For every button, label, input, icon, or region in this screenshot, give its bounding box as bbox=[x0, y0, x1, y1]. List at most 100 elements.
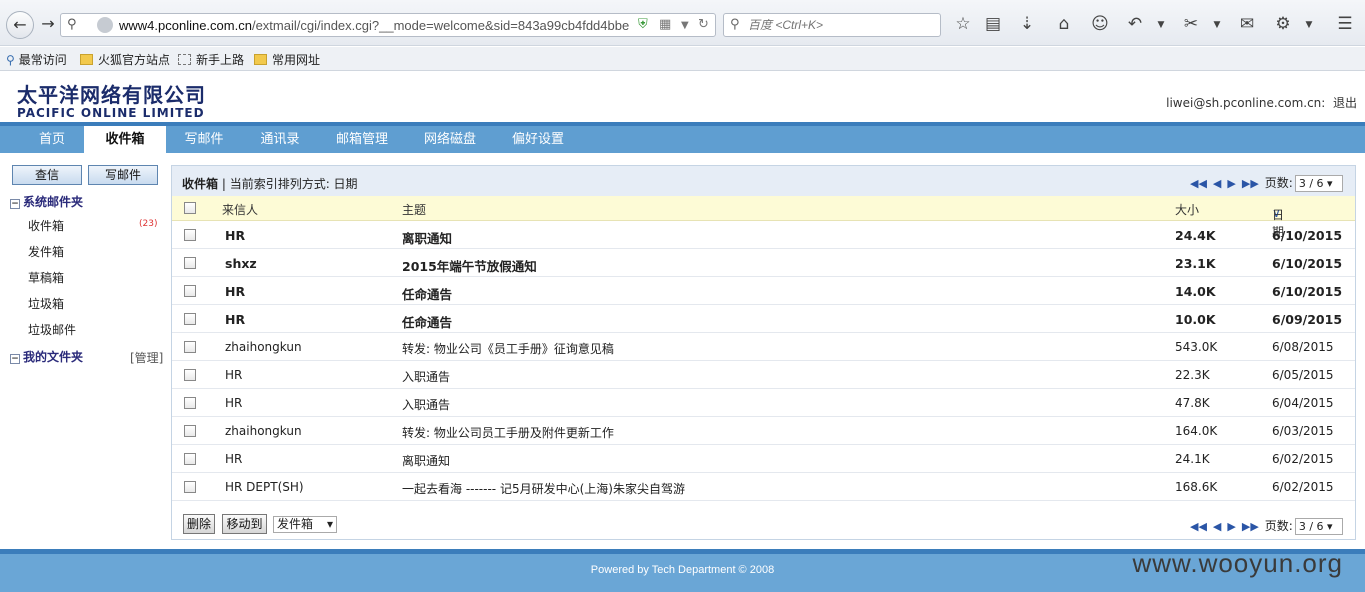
move-to-button[interactable]: 移动到 bbox=[222, 514, 267, 534]
mail-row-checkbox[interactable] bbox=[184, 453, 196, 465]
bookmark-star-icon[interactable]: ☆ bbox=[952, 14, 974, 34]
check-mail-button[interactable]: 查信 bbox=[12, 165, 82, 185]
tab-home[interactable]: 首页 bbox=[28, 126, 76, 153]
mail-from[interactable]: zhaihongkun bbox=[225, 340, 302, 354]
mail-row-checkbox[interactable] bbox=[184, 341, 196, 353]
reload-icon[interactable]: ↻ bbox=[698, 17, 709, 32]
tab-contacts[interactable]: 通讯录 bbox=[252, 126, 308, 153]
reading-list-icon[interactable]: ▤ bbox=[982, 14, 1004, 34]
move-target-select[interactable]: 发件箱 ▾ bbox=[273, 516, 337, 533]
mail-from[interactable]: HR bbox=[225, 396, 242, 410]
select-all-checkbox[interactable] bbox=[184, 202, 196, 214]
mail-from[interactable]: shxz bbox=[225, 256, 257, 271]
chat-icon[interactable]: ☺ bbox=[1089, 14, 1111, 34]
mail-from[interactable]: HR bbox=[225, 228, 245, 243]
mail-subject[interactable]: 离职通知 bbox=[402, 452, 450, 469]
mail-row-checkbox[interactable] bbox=[184, 313, 196, 325]
mail-row-checkbox[interactable] bbox=[184, 481, 196, 493]
page-select[interactable]: 3 / 6 ▾ bbox=[1294, 175, 1343, 192]
col-subject[interactable]: 主题 bbox=[402, 201, 426, 218]
forward-button[interactable]: → bbox=[34, 11, 62, 39]
mail-from[interactable]: HR bbox=[225, 312, 245, 327]
page-select[interactable]: 3 / 6 ▾ bbox=[1294, 518, 1343, 535]
bookmark-firefox-official[interactable]: 火狐官方站点 bbox=[80, 51, 170, 68]
shield-icon[interactable]: ⛨ bbox=[638, 17, 648, 32]
tab-mailbox-settings[interactable]: 邮箱管理 bbox=[330, 126, 394, 153]
folder-drafts[interactable]: 草稿箱 bbox=[28, 269, 64, 286]
compose-button[interactable]: 写邮件 bbox=[88, 165, 158, 185]
mail-row-checkbox[interactable] bbox=[184, 285, 196, 297]
crop-dropdown-icon[interactable]: ▼ bbox=[1206, 20, 1228, 30]
search-input[interactable] bbox=[748, 16, 934, 34]
extension-dropdown-icon[interactable]: ▼ bbox=[1298, 20, 1320, 30]
prev-page-icon[interactable]: ◀ bbox=[1213, 520, 1221, 533]
undo-dropdown-icon[interactable]: ▼ bbox=[1150, 20, 1172, 30]
qr-code-icon[interactable]: ▦ bbox=[659, 17, 671, 32]
tab-network-disk[interactable]: 网络磁盘 bbox=[418, 126, 482, 153]
manage-folders-link[interactable]: [管理] bbox=[130, 349, 163, 366]
tab-inbox[interactable]: 收件箱 bbox=[84, 126, 166, 153]
bookmark-getting-started[interactable]: 新手上路 bbox=[178, 51, 244, 68]
mail-from[interactable]: HR bbox=[225, 452, 242, 466]
back-button[interactable]: ← bbox=[6, 11, 34, 39]
mail-row[interactable]: zhaihongkun 转发: 物业公司员工手册及附件更新工作 164.0K 6/03… bbox=[172, 417, 1355, 445]
mail-subject[interactable]: 任命通告 bbox=[402, 284, 452, 303]
crop-icon[interactable]: ✂ bbox=[1180, 14, 1202, 34]
col-from[interactable]: 来信人 bbox=[222, 201, 258, 218]
mail-from[interactable]: HR bbox=[225, 284, 245, 299]
folder-sent[interactable]: 发件箱 bbox=[28, 243, 64, 260]
bookmark-most-visited[interactable]: ⚲ 最常访问 bbox=[6, 51, 67, 68]
mail-from[interactable]: HR DEPT(SH) bbox=[225, 480, 304, 494]
mail-row[interactable]: HR 任命通告 10.0K 6/09/2015 bbox=[172, 305, 1355, 333]
mail-from[interactable]: zhaihongkun bbox=[225, 424, 302, 438]
home-icon[interactable]: ⌂ bbox=[1053, 14, 1075, 34]
col-size[interactable]: 大小 bbox=[1175, 201, 1199, 218]
undo-icon[interactable]: ↶ bbox=[1124, 14, 1146, 34]
mail-subject[interactable]: 2015年端午节放假通知 bbox=[402, 256, 537, 275]
mail-row[interactable]: HR 入职通告 22.3K 6/05/2015 bbox=[172, 361, 1355, 389]
mail-row-checkbox[interactable] bbox=[184, 257, 196, 269]
dropdown-icon[interactable]: ▼ bbox=[681, 20, 689, 31]
last-page-icon[interactable]: ▶▶ bbox=[1242, 520, 1259, 533]
folder-spam[interactable]: 垃圾邮件 bbox=[28, 321, 76, 338]
mail-row[interactable]: HR 离职通知 24.1K 6/02/2015 bbox=[172, 445, 1355, 473]
extension-icon[interactable]: ⚙ bbox=[1272, 14, 1294, 34]
address-bar[interactable]: ⚲ www4.pconline.com.cn/extmail/cgi/index… bbox=[60, 13, 716, 37]
mail-subject[interactable]: 入职通告 bbox=[402, 368, 450, 385]
download-icon[interactable]: ⇣ bbox=[1016, 14, 1038, 34]
folder-inbox[interactable]: 收件箱 bbox=[28, 217, 64, 234]
mail-row[interactable]: HR 入职通告 47.8K 6/04/2015 bbox=[172, 389, 1355, 417]
next-page-icon[interactable]: ▶ bbox=[1227, 520, 1235, 533]
mail-subject[interactable]: 入职通告 bbox=[402, 396, 450, 413]
mail-row[interactable]: HR DEPT(SH) 一起去看海 ------- 记5月研发中心(上海)朱家尖自… bbox=[172, 473, 1355, 501]
mail-row[interactable]: shxz 2015年端午节放假通知 23.1K 6/10/2015 bbox=[172, 249, 1355, 277]
mail-subject[interactable]: 任命通告 bbox=[402, 312, 452, 331]
delete-button[interactable]: 删除 bbox=[183, 514, 215, 534]
mail-from[interactable]: HR bbox=[225, 368, 242, 382]
search-bar[interactable]: ⚲ bbox=[723, 13, 941, 37]
next-page-icon[interactable]: ▶ bbox=[1227, 177, 1235, 190]
system-folders-header[interactable]: − 系统邮件夹 bbox=[10, 193, 83, 210]
mail-row[interactable]: HR 离职通知 24.4K 6/10/2015 bbox=[172, 221, 1355, 249]
tab-compose[interactable]: 写邮件 bbox=[176, 126, 232, 153]
mail-subject[interactable]: 一起去看海 ------- 记5月研发中心(上海)朱家尖自驾游 bbox=[402, 480, 685, 497]
first-page-icon[interactable]: ◀◀ bbox=[1190, 177, 1207, 190]
first-page-icon[interactable]: ◀◀ bbox=[1190, 520, 1207, 533]
tab-preferences[interactable]: 偏好设置 bbox=[506, 126, 570, 153]
mail-row-checkbox[interactable] bbox=[184, 369, 196, 381]
mail-subject[interactable]: 转发: 物业公司员工手册及附件更新工作 bbox=[402, 424, 614, 441]
last-page-icon[interactable]: ▶▶ bbox=[1242, 177, 1259, 190]
mail-subject[interactable]: 转发: 物业公司《员工手册》征询意见稿 bbox=[402, 340, 614, 357]
mail-row-checkbox[interactable] bbox=[184, 397, 196, 409]
bookmark-common-sites[interactable]: 常用网址 bbox=[254, 51, 320, 68]
mail-subject[interactable]: 离职通知 bbox=[402, 228, 452, 247]
folder-trash[interactable]: 垃圾箱 bbox=[28, 295, 64, 312]
mail-row-checkbox[interactable] bbox=[184, 425, 196, 437]
logout-link[interactable]: 退出 bbox=[1333, 96, 1357, 110]
collapse-icon[interactable]: − bbox=[10, 199, 20, 209]
prev-page-icon[interactable]: ◀ bbox=[1213, 177, 1221, 190]
speech-bubble-icon[interactable]: ✉ bbox=[1236, 14, 1258, 34]
my-folders-header[interactable]: − 我的文件夹 bbox=[10, 348, 83, 365]
mail-row-checkbox[interactable] bbox=[184, 229, 196, 241]
collapse-icon[interactable]: − bbox=[10, 354, 20, 364]
